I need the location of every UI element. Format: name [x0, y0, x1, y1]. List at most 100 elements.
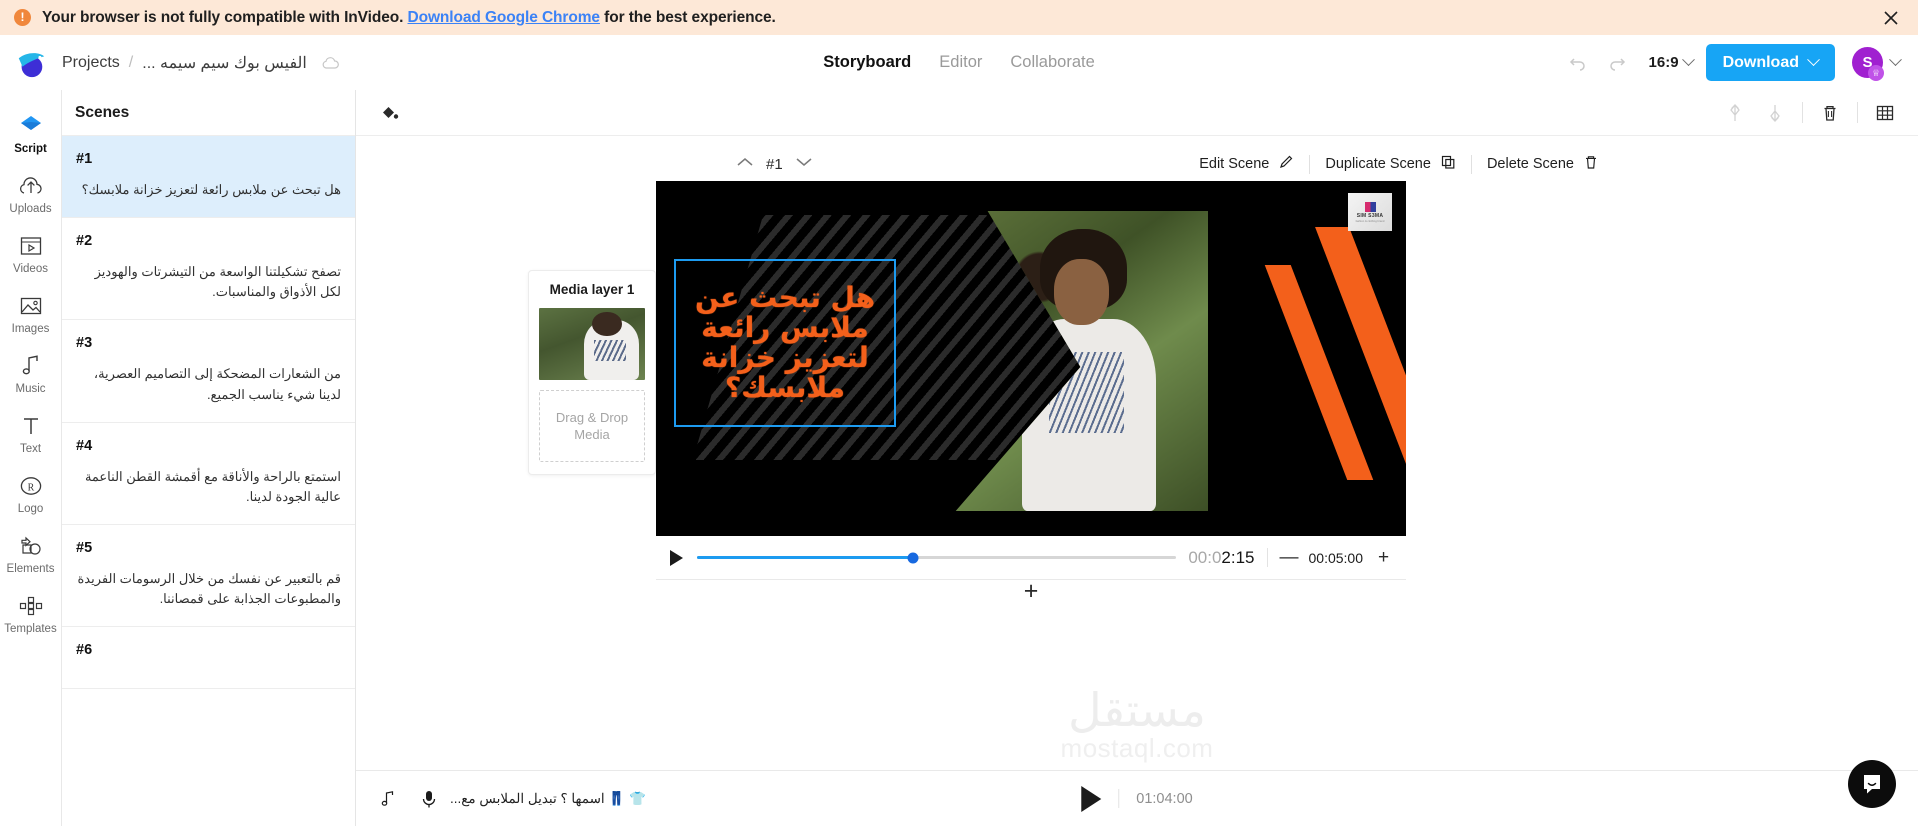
scene-item-1[interactable]: #1 هل تبحث عن ملابس رائعة لتعزيز خزانة م… — [62, 136, 355, 219]
banner-text-before: Your browser is not fully compatible wit… — [42, 8, 408, 26]
breadcrumb-projects[interactable]: Projects — [62, 54, 120, 72]
edit-scene-label: Edit Scene — [1199, 156, 1270, 172]
download-label: Download — [1722, 53, 1799, 71]
photo-face-shape — [1054, 259, 1110, 325]
scene-item-5[interactable]: #5 قم بالتعبير عن نفسك من خلال الرسومات … — [62, 525, 355, 628]
tab-collaborate[interactable]: Collaborate — [1010, 53, 1094, 72]
text-t-icon — [18, 412, 44, 439]
progress-knob[interactable] — [907, 552, 919, 563]
tab-storyboard[interactable]: Storyboard — [823, 53, 911, 72]
play-icon[interactable] — [1081, 785, 1102, 812]
play-icon[interactable] — [670, 549, 683, 566]
video-canvas[interactable]: SIM S3MA fashion & clothing brand هل تبح… — [656, 181, 1406, 536]
delete-scene-label: Delete Scene — [1486, 156, 1574, 172]
chevron-down-icon[interactable] — [795, 155, 813, 173]
scene-item-4[interactable]: #4 استمتع بالراحة والأناقة مع أقمشة القط… — [62, 423, 355, 525]
scene-item-6[interactable]: #6 — [62, 627, 355, 690]
dropzone-line2: Media — [574, 427, 610, 442]
pencil-icon — [1278, 154, 1294, 174]
media-dropzone[interactable]: Drag & Drop Media — [539, 390, 645, 462]
video-preview: SIM S3MA fashion & clothing brand هل تبح… — [656, 181, 1406, 580]
scene-text[interactable]: استمتع بالراحة والأناقة مع أقمشة القطن ا… — [76, 467, 341, 507]
grid-layout-icon[interactable] — [1872, 100, 1898, 126]
current-time-bold: 2:15 — [1221, 547, 1255, 567]
rail-label-logo: Logo — [17, 503, 44, 515]
scene-number: #5 — [76, 539, 93, 556]
tab-editor[interactable]: Editor — [939, 53, 982, 72]
chevron-up-icon[interactable] — [736, 155, 754, 173]
scene-text[interactable]: تصفح تشكيلتنا الواسعة من التيشرتات والهو… — [76, 262, 341, 302]
logo-text: SIM S3MA — [1356, 212, 1384, 219]
player-divider — [1266, 548, 1268, 567]
rail-item-script[interactable]: Script — [0, 104, 61, 162]
toolbar-divider — [1802, 102, 1803, 123]
breadcrumb-separator: / — [128, 53, 134, 71]
rail-item-logo[interactable]: R Logo — [0, 464, 61, 522]
headline-line-3: لتعزيز خزانة — [701, 341, 869, 374]
redo-icon[interactable] — [1604, 50, 1630, 76]
playback-divider — [1118, 789, 1120, 808]
alert-icon: ! — [14, 9, 31, 26]
scene-item-2[interactable]: #2 تصفح تشكيلتنا الواسعة من التيشرتات وا… — [62, 218, 355, 321]
breadcrumb-project-name[interactable]: الفيس بوك سيم سيمه ... — [142, 53, 307, 73]
editor-stage: #1 Edit Scene Duplicate Scene Delete Sce… — [356, 136, 1918, 770]
rail-item-uploads[interactable]: Uploads — [0, 164, 61, 222]
current-time: 00:02:15 — [1188, 548, 1254, 568]
rail-item-elements[interactable]: Elements — [0, 524, 61, 582]
mostaql-watermark: مستقل mostaql.com — [1061, 687, 1214, 764]
scene-number: #2 — [76, 233, 93, 250]
undo-icon[interactable] — [1565, 50, 1591, 76]
header-actions: 16:9 Download S ♕ — [1565, 44, 1918, 81]
paint-bucket-icon[interactable] — [376, 100, 402, 126]
music-note-icon[interactable] — [376, 787, 400, 811]
edit-scene-button[interactable]: Edit Scene — [1184, 152, 1309, 176]
chevron-down-icon — [1681, 53, 1695, 67]
add-scene-button[interactable]: + — [1024, 578, 1039, 604]
voiceover-track[interactable]: 👕 👖 اسمها ؟ تبديل الملابس مع... — [417, 787, 646, 811]
delete-scene-button[interactable]: Delete Scene — [1472, 152, 1614, 176]
editor-toolbar — [356, 90, 1918, 136]
microphone-icon[interactable] — [417, 787, 441, 811]
brand-logo-watermark[interactable]: SIM S3MA fashion & clothing brand — [1348, 193, 1392, 231]
rail-label-script: Script — [14, 143, 47, 155]
rail-label-templates: Templates — [4, 623, 57, 635]
move-down-icon[interactable] — [1762, 100, 1788, 126]
rail-item-text[interactable]: Text — [0, 404, 61, 462]
scene-number: #1 — [76, 151, 93, 167]
duplicate-scene-button[interactable]: Duplicate Scene — [1310, 152, 1471, 176]
scene-nav: #1 — [736, 155, 813, 173]
aspect-ratio-selector[interactable]: 16:9 — [1649, 53, 1695, 71]
chat-bubble-icon[interactable] — [1848, 760, 1896, 808]
trash-icon[interactable] — [1817, 100, 1843, 126]
chevron-down-icon — [1807, 53, 1820, 67]
account-menu[interactable]: S ♕ — [1852, 47, 1902, 81]
left-rail: Script Uploads Videos Images Music Text … — [0, 90, 62, 826]
download-chrome-link[interactable]: Download Google Chrome — [408, 9, 601, 26]
media-thumbnail[interactable] — [539, 308, 645, 380]
rail-item-images[interactable]: Images — [0, 284, 61, 342]
close-icon[interactable] — [1880, 7, 1902, 29]
browser-warning-banner: ! Your browser is not fully compatible w… — [0, 0, 1918, 35]
invideo-storyboard-app: ! Your browser is not fully compatible w… — [0, 0, 1918, 826]
download-button[interactable]: Download — [1705, 44, 1835, 81]
scene-text[interactable]: من الشعارات المضحكة إلى التصاميم العصرية… — [76, 364, 341, 404]
rail-item-music[interactable]: Music — [0, 344, 61, 402]
increase-duration-button[interactable]: + — [1375, 548, 1392, 567]
scene-text[interactable]: هل تبحث عن ملابس رائعة لتعزيز خزانة ملاب… — [76, 180, 341, 200]
progress-slider[interactable] — [697, 552, 1177, 563]
scenes-title: Scenes — [62, 90, 355, 136]
elements-shapes-icon — [18, 532, 44, 559]
rail-item-videos[interactable]: Videos — [0, 224, 61, 282]
header-tabs: Storyboard Editor Collaborate — [823, 53, 1095, 72]
rail-label-text: Text — [19, 443, 42, 455]
script-icon — [18, 112, 44, 139]
rail-item-templates[interactable]: Templates — [0, 584, 61, 642]
invideo-logo[interactable] — [0, 47, 62, 79]
headline-text: هل تبحث عن ملابس رائعة لتعزيز خزانة ملاب… — [676, 261, 894, 425]
decrease-duration-button[interactable]: — — [1280, 548, 1299, 567]
move-up-icon[interactable] — [1722, 100, 1748, 126]
selected-text-layer[interactable]: هل تبحث عن ملابس رائعة لتعزيز خزانة ملاب… — [674, 259, 896, 427]
scene-item-3[interactable]: #3 من الشعارات المضحكة إلى التصاميم العص… — [62, 320, 355, 423]
scene-text[interactable]: قم بالتعبير عن نفسك من خلال الرسومات الف… — [76, 569, 342, 609]
toolbar-divider — [1857, 102, 1858, 123]
